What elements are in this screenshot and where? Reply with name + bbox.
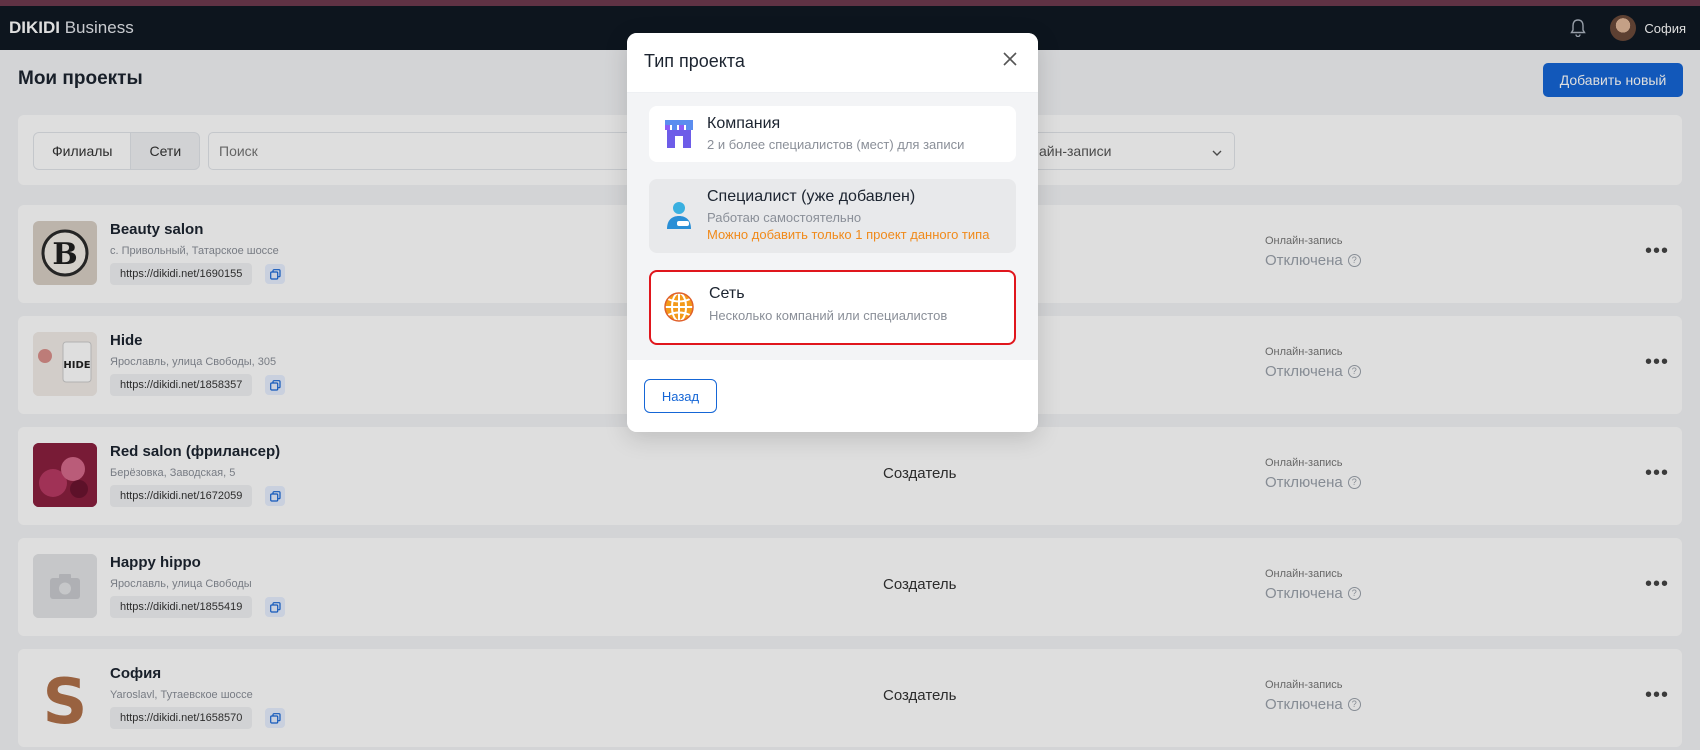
option-subtitle: Несколько компаний или специалистов bbox=[709, 308, 948, 323]
option-title: Компания bbox=[707, 115, 781, 132]
option-subtitle: 2 и более специалистов (мест) для записи bbox=[707, 137, 965, 152]
option-subtitle: Работаю самостоятельно bbox=[707, 210, 862, 225]
option-title: Специалист (уже добавлен) bbox=[707, 188, 916, 205]
globe-icon bbox=[663, 291, 695, 323]
person-icon bbox=[663, 199, 695, 231]
option-title: Сеть bbox=[709, 285, 745, 302]
option-network[interactable]: Сеть Несколько компаний или специалистов bbox=[649, 270, 1016, 345]
modal-body: Компания 2 и более специалистов (мест) д… bbox=[627, 93, 1038, 360]
close-icon[interactable] bbox=[1002, 51, 1018, 67]
modal-title: Тип проекта bbox=[644, 51, 745, 71]
option-specialist: Специалист (уже добавлен) Работаю самост… bbox=[649, 179, 1016, 253]
option-company[interactable]: Компания 2 и более специалистов (мест) д… bbox=[649, 106, 1016, 162]
project-type-modal: Тип проекта Компания 2 и более специалис… bbox=[627, 33, 1038, 432]
modal-header: Тип проекта bbox=[627, 33, 1038, 93]
back-button[interactable]: Назад bbox=[644, 379, 717, 413]
modal-footer: Назад bbox=[627, 360, 1038, 432]
option-warning: Можно добавить только 1 проект данного т… bbox=[707, 227, 990, 242]
shop-icon bbox=[663, 118, 695, 150]
